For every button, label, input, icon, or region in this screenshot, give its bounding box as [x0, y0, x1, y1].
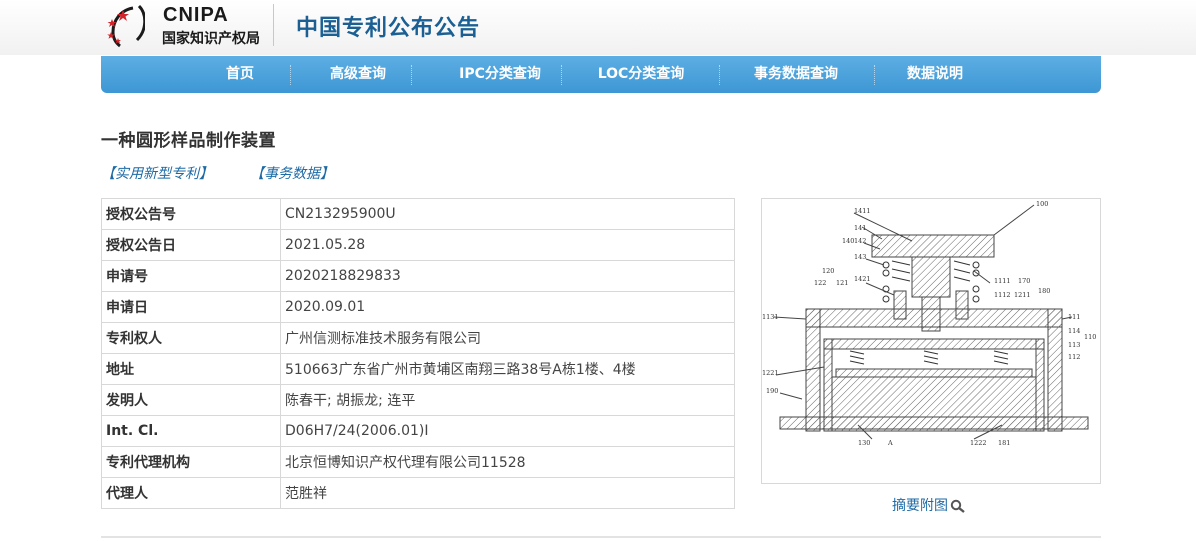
patent-drawing: 1411 100 141 140 142 143 1111 170 120 122 1… [762, 200, 1096, 447]
svg-text:1222: 1222 [970, 439, 987, 447]
nav-separator [411, 65, 412, 85]
svg-text:114: 114 [1068, 327, 1080, 335]
table-row: 专利代理机构 北京恒博知识产权代理有限公司11528 [101, 446, 735, 478]
nav-separator [719, 65, 720, 85]
field-value: CN213295900U [280, 198, 735, 230]
field-label: Int. Cl. [101, 415, 281, 447]
patent-title: 一种圆形样品制作装置 [101, 131, 276, 151]
svg-text:1112: 1112 [994, 291, 1011, 299]
main-nav: 首页 高级查询 IPC分类查询 LOC分类查询 事务数据查询 数据说明 [101, 56, 1101, 93]
svg-text:143: 143 [854, 253, 866, 261]
field-label: 地址 [101, 353, 281, 385]
figure-caption-text: 摘要附图 [892, 498, 948, 514]
svg-text:180: 180 [1038, 287, 1050, 295]
nav-item-home[interactable]: 首页 [209, 56, 271, 93]
field-value: D06H7/24(2006.01)I [280, 415, 735, 447]
abstract-figure-link[interactable]: 摘要附图 [892, 495, 966, 515]
field-label: 授权公告号 [101, 198, 281, 230]
svg-text:113: 113 [1068, 341, 1080, 349]
svg-text:140: 140 [842, 237, 854, 245]
svg-text:130: 130 [858, 439, 870, 447]
table-row: 授权公告日 2021.05.28 [101, 229, 735, 261]
field-value: 2020218829833 [280, 260, 735, 292]
field-value: 510663广东省广州市黄埔区南翔三路38号A栋1楼、4楼 [280, 353, 735, 385]
nav-separator [561, 65, 562, 85]
table-row: 代理人 范胜祥 [101, 477, 735, 509]
nav-item-data-description[interactable]: 数据说明 [896, 56, 974, 93]
logo-text: CNIPA [163, 4, 229, 26]
svg-text:122: 122 [814, 279, 826, 287]
tag-utility-model[interactable]: 【实用新型专利】 [101, 163, 213, 183]
field-label: 专利代理机构 [101, 446, 281, 478]
field-value: 2020.09.01 [280, 291, 735, 323]
tag-transaction-data[interactable]: 【事务数据】 [250, 163, 334, 183]
svg-text:170: 170 [1018, 277, 1030, 285]
svg-text:1131: 1131 [762, 313, 779, 321]
field-value: 范胜祥 [280, 477, 735, 509]
nav-item-loc-search[interactable]: LOC分类查询 [585, 56, 697, 93]
field-label: 代理人 [101, 477, 281, 509]
nav-separator [290, 65, 291, 85]
svg-text:181: 181 [998, 439, 1010, 447]
svg-text:1211: 1211 [1014, 291, 1031, 299]
svg-text:190: 190 [766, 387, 778, 395]
footer-divider [101, 536, 1101, 538]
table-row: 发明人 陈春干; 胡振龙; 连平 [101, 384, 735, 416]
nav-separator [874, 65, 875, 85]
site-title: 中国专利公布公告 [296, 16, 481, 41]
svg-text:142: 142 [854, 237, 866, 245]
field-value: 2021.05.28 [280, 229, 735, 261]
svg-text:112: 112 [1068, 353, 1080, 361]
table-row: 地址 510663广东省广州市黄埔区南翔三路38号A栋1楼、4楼 [101, 353, 735, 385]
field-label: 授权公告日 [101, 229, 281, 261]
site-header: CNIPA 国家知识产权局 中国专利公布公告 [0, 0, 1196, 55]
field-value: 陈春干; 胡振龙; 连平 [280, 384, 735, 416]
svg-text:1221: 1221 [762, 369, 779, 377]
header-divider [273, 4, 274, 46]
field-label: 发明人 [101, 384, 281, 416]
patent-info-table: 授权公告号 CN213295900U 授权公告日 2021.05.28 申请号 202… [101, 198, 735, 509]
svg-text:100: 100 [1036, 200, 1048, 208]
field-value: 北京恒博知识产权代理有限公司11528 [280, 446, 735, 478]
svg-text:1411: 1411 [854, 207, 871, 215]
cnipa-logo[interactable]: CNIPA 国家知识产权局 [103, 2, 271, 48]
field-label: 申请号 [101, 260, 281, 292]
table-row: Int. Cl. D06H7/24(2006.01)I [101, 415, 735, 447]
field-value: 广州信测标准技术服务有限公司 [280, 322, 735, 354]
svg-text:110: 110 [1084, 333, 1096, 341]
svg-text:141: 141 [854, 224, 866, 232]
nav-item-ipc-search[interactable]: IPC分类查询 [436, 56, 564, 93]
table-row: 授权公告号 CN213295900U [101, 198, 735, 230]
nav-item-transaction-search[interactable]: 事务数据查询 [741, 56, 851, 93]
field-label: 申请日 [101, 291, 281, 323]
svg-text:1421: 1421 [854, 275, 871, 283]
abstract-figure[interactable]: 1411 100 141 140 142 143 1111 170 120 122 1… [761, 198, 1101, 484]
logo-emblem-icon [107, 4, 145, 48]
table-row: 申请号 2020218829833 [101, 260, 735, 292]
table-row: 申请日 2020.09.01 [101, 291, 735, 323]
svg-text:1111: 1111 [994, 277, 1011, 285]
svg-text:111: 111 [1068, 313, 1080, 321]
nav-item-advanced-search[interactable]: 高级查询 [313, 56, 403, 93]
logo-cn-text: 国家知识产权局 [162, 31, 260, 47]
svg-text:A: A [887, 439, 893, 447]
field-label: 专利权人 [101, 322, 281, 354]
table-row: 专利权人 广州信测标准技术服务有限公司 [101, 322, 735, 354]
magnifier-icon [950, 499, 965, 513]
svg-text:120: 120 [822, 267, 834, 275]
svg-text:121: 121 [836, 279, 848, 287]
